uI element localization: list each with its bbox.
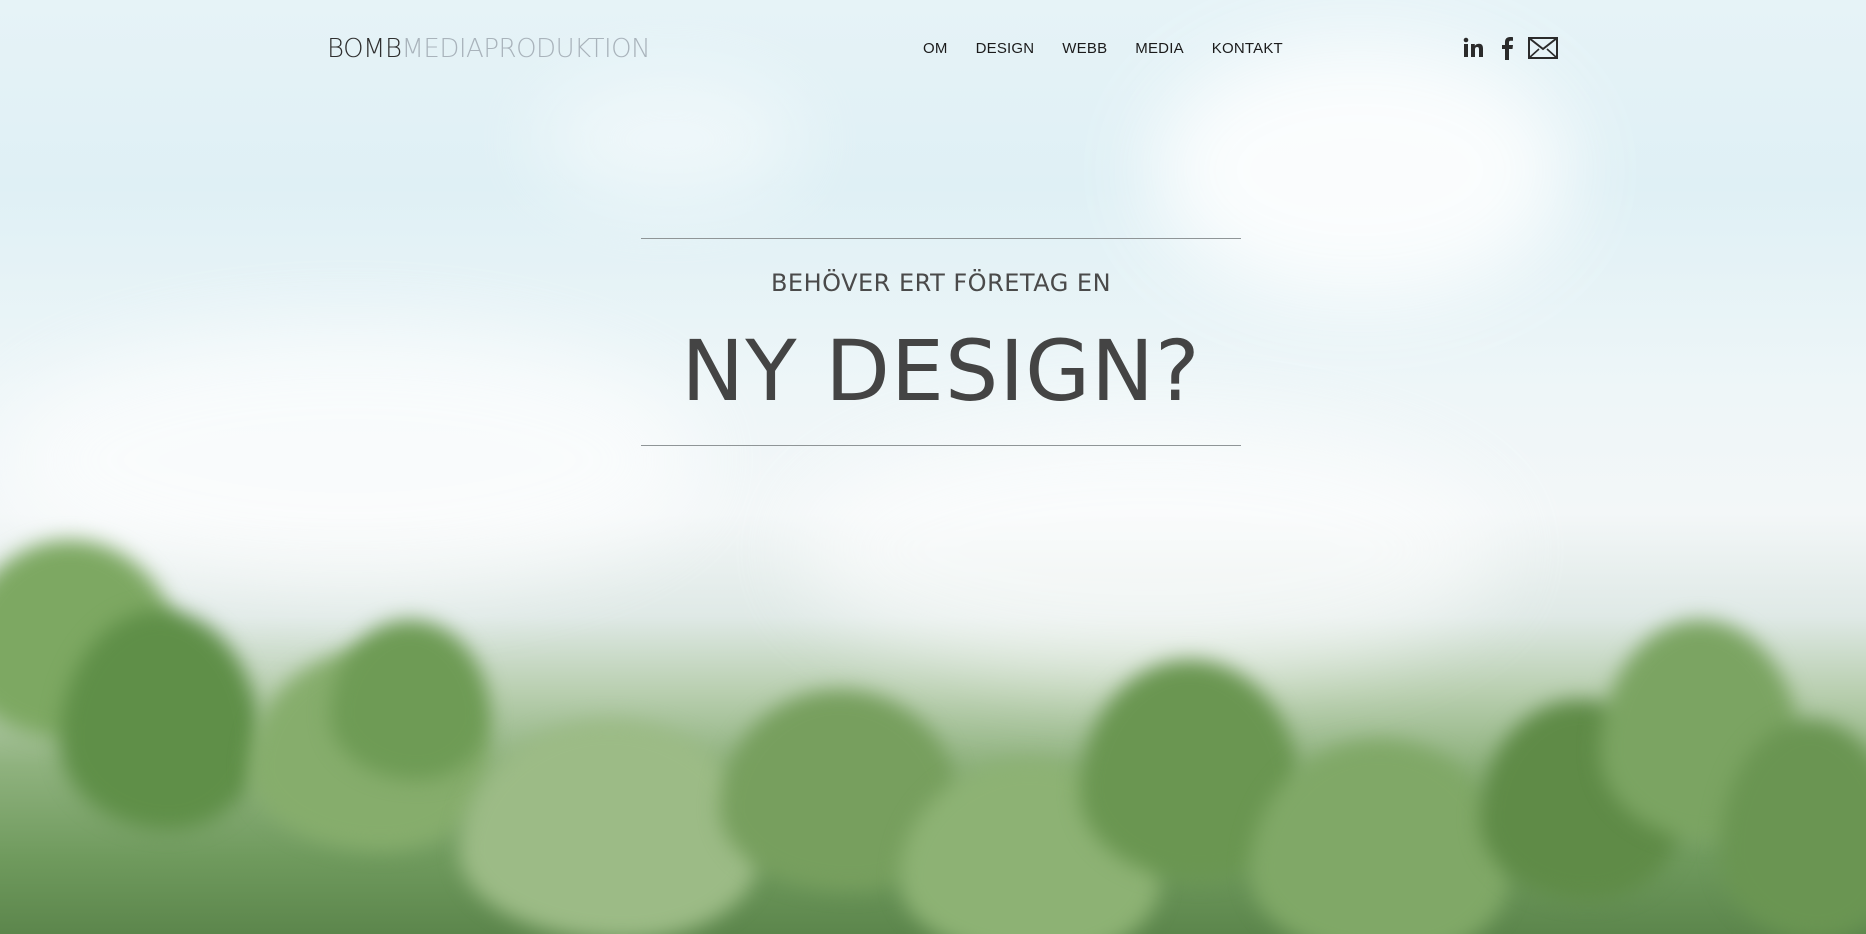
nav-item-design[interactable]: DESIGN (976, 40, 1035, 57)
hero-content: BEHÖVER ERT FÖRETAG EN NY DESIGN? (641, 238, 1241, 446)
nav-item-webb[interactable]: WEBB (1062, 40, 1107, 57)
foliage-decoration (330, 620, 490, 780)
nav-item-kontakt[interactable]: KONTAKT (1212, 40, 1283, 57)
logo-brand: BOMB (327, 34, 402, 64)
cloud-decoration (800, 420, 1500, 680)
mail-icon[interactable] (1528, 37, 1558, 59)
divider-top (641, 238, 1241, 239)
hero-kicker: BEHÖVER ERT FÖRETAG EN (770, 269, 1112, 297)
nav-item-media[interactable]: MEDIA (1135, 40, 1184, 57)
site-header: BOMBMEDIAPRODUKTION OM DESIGN WEBB MEDIA… (0, 0, 1866, 100)
logo-subtitle: MEDIAPRODUKTION (401, 34, 651, 64)
hero-background: BOMBMEDIAPRODUKTION OM DESIGN WEBB MEDIA… (0, 0, 1866, 934)
foliage-decoration (460, 720, 760, 934)
main-nav: OM DESIGN WEBB MEDIA KONTAKT (923, 40, 1311, 57)
facebook-icon[interactable] (1500, 36, 1514, 60)
hero-headline: NY DESIGN? (681, 322, 1201, 420)
social-links (1462, 36, 1558, 60)
logo[interactable]: BOMBMEDIAPRODUKTION (327, 34, 651, 64)
nav-item-om[interactable]: OM (923, 40, 948, 57)
divider-bottom (641, 445, 1241, 446)
linkedin-icon[interactable] (1462, 36, 1486, 60)
